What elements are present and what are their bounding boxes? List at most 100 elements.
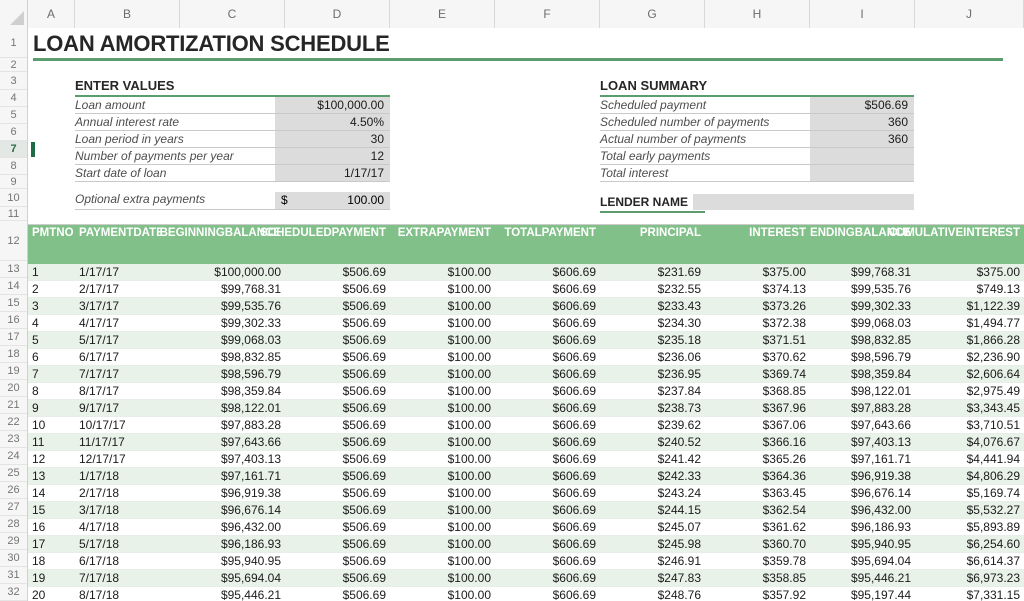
cell-interest[interactable]: $360.70 [705, 536, 810, 552]
cell-ending-balance[interactable]: $99,768.31 [810, 264, 915, 280]
cell-principal[interactable]: $246.91 [600, 553, 705, 569]
row-header-11[interactable]: 11 [0, 207, 27, 221]
cell-beginning-balance[interactable]: $98,122.01 [180, 400, 285, 416]
cell-cumulative-interest[interactable]: $3,343.45 [915, 400, 1024, 416]
cell-payment-date[interactable]: 10/17/17 [75, 417, 180, 433]
cell-total-payment[interactable]: $606.69 [495, 553, 600, 569]
table-row[interactable]: 11 11/17/17 $97,643.66 $506.69 $100.00 $606.6… [28, 434, 1024, 451]
cell-cumulative-interest[interactable]: $7,331.15 [915, 587, 1024, 601]
cell-pmt-no[interactable]: 19 [28, 570, 75, 586]
cell-interest[interactable]: $372.38 [705, 315, 810, 331]
cell-interest[interactable]: $369.74 [705, 366, 810, 382]
cell-ending-balance[interactable]: $98,832.85 [810, 332, 915, 348]
row-header-13[interactable]: 13 [0, 261, 27, 278]
table-row[interactable]: 1 1/17/17 $100,000.00 $506.69 $100.00 $606.69… [28, 264, 1024, 281]
cell-payment-date[interactable]: 1/17/17 [75, 264, 180, 280]
cell-extra-payment[interactable]: $100.00 [390, 332, 495, 348]
cell-payment-date[interactable]: 9/17/17 [75, 400, 180, 416]
cell-beginning-balance[interactable]: $98,596.79 [180, 366, 285, 382]
cell-total-payment[interactable]: $606.69 [495, 485, 600, 501]
cell-pmt-no[interactable]: 13 [28, 468, 75, 484]
cell-payment-date[interactable]: 5/17/17 [75, 332, 180, 348]
cell-cumulative-interest[interactable]: $2,236.90 [915, 349, 1024, 365]
cell-scheduled-payment[interactable]: $506.69 [285, 570, 390, 586]
cell-payment-date[interactable]: 8/17/17 [75, 383, 180, 399]
cell-principal[interactable]: $243.24 [600, 485, 705, 501]
cell-extra-payment[interactable]: $100.00 [390, 587, 495, 601]
cell-beginning-balance[interactable]: $97,161.71 [180, 468, 285, 484]
cell-payment-date[interactable]: 4/17/18 [75, 519, 180, 535]
table-row[interactable]: 5 5/17/17 $99,068.03 $506.69 $100.00 $606.69 $… [28, 332, 1024, 349]
cell-beginning-balance[interactable]: $96,432.00 [180, 519, 285, 535]
cell-scheduled-payment[interactable]: $506.69 [285, 264, 390, 280]
cell-cumulative-interest[interactable]: $749.13 [915, 281, 1024, 297]
cell-cumulative-interest[interactable]: $1,494.77 [915, 315, 1024, 331]
row-header-9[interactable]: 9 [0, 175, 27, 189]
row-header-7[interactable]: 7 [0, 141, 27, 158]
row-header-24[interactable]: 24 [0, 448, 27, 465]
cell-principal[interactable]: $233.43 [600, 298, 705, 314]
cell-pmt-no[interactable]: 2 [28, 281, 75, 297]
cell-total-payment[interactable]: $606.69 [495, 502, 600, 518]
cell-ending-balance[interactable]: $99,302.33 [810, 298, 915, 314]
cell-extra-payment[interactable]: $100.00 [390, 281, 495, 297]
table-row[interactable]: 20 8/17/18 $95,446.21 $506.69 $100.00 $606.69… [28, 587, 1024, 601]
cell-cumulative-interest[interactable]: $1,122.39 [915, 298, 1024, 314]
cell-beginning-balance[interactable]: $100,000.00 [180, 264, 285, 280]
table-row[interactable]: 2 2/17/17 $99,768.31 $506.69 $100.00 $606.69 $… [28, 281, 1024, 298]
cell-scheduled-payment[interactable]: $506.69 [285, 417, 390, 433]
table-row[interactable]: 6 6/17/17 $98,832.85 $506.69 $100.00 $606.69 $… [28, 349, 1024, 366]
table-row[interactable]: 10 10/17/17 $97,883.28 $506.69 $100.00 $606.6… [28, 417, 1024, 434]
cell-interest[interactable]: $361.62 [705, 519, 810, 535]
row-header-4[interactable]: 4 [0, 90, 27, 107]
cell-interest[interactable]: $358.85 [705, 570, 810, 586]
cell-interest[interactable]: $362.54 [705, 502, 810, 518]
table-row[interactable]: 14 2/17/18 $96,919.38 $506.69 $100.00 $606.69… [28, 485, 1024, 502]
column-header-a[interactable]: A [28, 0, 75, 28]
cell-payment-date[interactable]: 6/17/18 [75, 553, 180, 569]
cell-pmt-no[interactable]: 5 [28, 332, 75, 348]
cell-cumulative-interest[interactable]: $3,710.51 [915, 417, 1024, 433]
cell-scheduled-payment[interactable]: $506.69 [285, 281, 390, 297]
optional-extra-payments-input[interactable]: $ 100.00 [275, 192, 390, 209]
cell-total-payment[interactable]: $606.69 [495, 298, 600, 314]
cell-pmt-no[interactable]: 4 [28, 315, 75, 331]
enter-values-input[interactable]: $100,000.00 [275, 97, 390, 113]
cell-pmt-no[interactable]: 6 [28, 349, 75, 365]
row-header-2[interactable]: 2 [0, 58, 27, 72]
cell-scheduled-payment[interactable]: $506.69 [285, 485, 390, 501]
cell-scheduled-payment[interactable]: $506.69 [285, 451, 390, 467]
cell-principal[interactable]: $241.42 [600, 451, 705, 467]
cell-payment-date[interactable]: 11/17/17 [75, 434, 180, 450]
cell-principal[interactable]: $235.18 [600, 332, 705, 348]
column-header-f[interactable]: F [495, 0, 600, 28]
cell-total-payment[interactable]: $606.69 [495, 400, 600, 416]
cell-extra-payment[interactable]: $100.00 [390, 383, 495, 399]
table-row[interactable]: 3 3/17/17 $99,535.76 $506.69 $100.00 $606.69 $… [28, 298, 1024, 315]
cell-cumulative-interest[interactable]: $5,893.89 [915, 519, 1024, 535]
cell-ending-balance[interactable]: $97,161.71 [810, 451, 915, 467]
cell-pmt-no[interactable]: 14 [28, 485, 75, 501]
cell-principal[interactable]: $232.55 [600, 281, 705, 297]
cell-scheduled-payment[interactable]: $506.69 [285, 315, 390, 331]
cell-extra-payment[interactable]: $100.00 [390, 417, 495, 433]
row-header-20[interactable]: 20 [0, 380, 27, 397]
enter-values-input[interactable]: 12 [275, 148, 390, 164]
cell-ending-balance[interactable]: $99,068.03 [810, 315, 915, 331]
cell-total-payment[interactable]: $606.69 [495, 264, 600, 280]
row-header-25[interactable]: 25 [0, 465, 27, 482]
column-header-j[interactable]: J [915, 0, 1024, 28]
cell-pmt-no[interactable]: 10 [28, 417, 75, 433]
cell-principal[interactable]: $234.30 [600, 315, 705, 331]
cell-pmt-no[interactable]: 15 [28, 502, 75, 518]
cell-total-payment[interactable]: $606.69 [495, 468, 600, 484]
cell-principal[interactable]: $248.76 [600, 587, 705, 601]
row-header-18[interactable]: 18 [0, 346, 27, 363]
row-header-21[interactable]: 21 [0, 397, 27, 414]
cell-total-payment[interactable]: $606.69 [495, 315, 600, 331]
cell-principal[interactable]: $236.06 [600, 349, 705, 365]
cell-interest[interactable]: $373.26 [705, 298, 810, 314]
cell-scheduled-payment[interactable]: $506.69 [285, 434, 390, 450]
table-row[interactable]: 19 7/17/18 $95,694.04 $506.69 $100.00 $606.69… [28, 570, 1024, 587]
table-row[interactable]: 7 7/17/17 $98,596.79 $506.69 $100.00 $606.69 $… [28, 366, 1024, 383]
